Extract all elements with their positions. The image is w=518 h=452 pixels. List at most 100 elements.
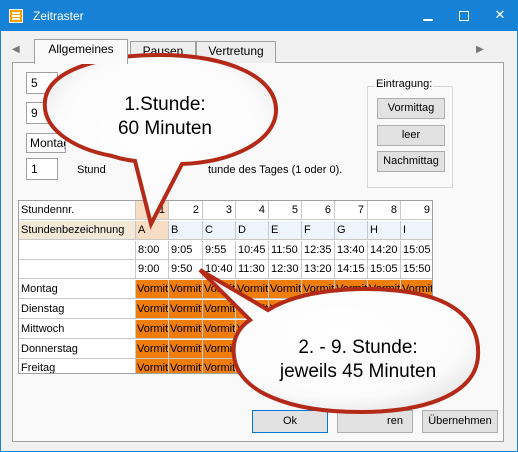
schedule-cell[interactable]: Vormittag xyxy=(169,319,203,339)
cancel-button[interactable]: ren xyxy=(337,410,413,433)
tab-allgemeines[interactable]: Allgemeines xyxy=(34,39,128,64)
schedule-cell[interactable]: Vormittag xyxy=(136,339,169,359)
period-name-cell[interactable]: E xyxy=(269,220,302,240)
period-end-cell[interactable]: 11:30 xyxy=(236,260,269,280)
field-3-label-right: tunde des Tages (1 oder 0). xyxy=(208,164,343,176)
tab-pausen[interactable]: Pausen xyxy=(130,41,196,63)
period-number-cell[interactable]: 5 xyxy=(269,201,302,220)
period-start-cell[interactable]: 9:55 xyxy=(203,240,236,260)
period-start-cell[interactable]: 10:45 xyxy=(236,240,269,260)
schedule-cell[interactable]: Vormittag xyxy=(302,280,335,300)
app-icon xyxy=(9,9,23,23)
schedule-cell[interactable]: Vormittag xyxy=(401,300,432,319)
period-name-cell[interactable]: G xyxy=(335,220,368,240)
period-name-cell[interactable]: H xyxy=(368,220,401,240)
schedule-cell[interactable]: Vormittag xyxy=(368,300,401,319)
period-number-cell[interactable]: 7 xyxy=(335,201,368,220)
period-end-cell[interactable]: 9:50 xyxy=(169,260,203,280)
schedule-cell[interactable]: Vormittag xyxy=(169,359,203,373)
period-end-cell[interactable]: 13:20 xyxy=(302,260,335,280)
schedule-cell[interactable]: Vormittag xyxy=(203,280,236,300)
nachmittag-button[interactable]: Nachmittag xyxy=(377,151,445,172)
day-label-freitag[interactable]: Freitag xyxy=(19,359,136,373)
period-start-cell[interactable]: 12:35 xyxy=(302,240,335,260)
callout-second-line2: jeweils 45 Minuten xyxy=(279,361,437,382)
period-start-cell[interactable]: 14:20 xyxy=(368,240,401,260)
period-number-cell[interactable]: 1 xyxy=(136,201,169,220)
schedule-cell[interactable]: Vormittag xyxy=(335,280,368,300)
schedule-cell[interactable]: Vormittag xyxy=(203,339,236,359)
tab-scroll-right-icon[interactable]: ▶ xyxy=(476,45,486,55)
schedule-cell[interactable]: Vormittag xyxy=(269,300,302,319)
day-label-dienstag[interactable]: Dienstag xyxy=(19,300,136,319)
period-name-cell[interactable]: A xyxy=(136,220,169,240)
period-name-cell[interactable]: F xyxy=(302,220,335,240)
tab-scroll-left-icon[interactable]: ◀ xyxy=(12,45,22,55)
period-number-cell[interactable]: 8 xyxy=(368,201,401,220)
cancel-button-label: ren xyxy=(387,415,403,427)
callout-first-line1: 1.Stunde: xyxy=(124,94,206,115)
period-end-cell[interactable]: 10:40 xyxy=(203,260,236,280)
day-label-mittwoch[interactable]: Mittwoch xyxy=(19,319,136,339)
day-label-montag[interactable]: Montag xyxy=(19,280,136,300)
period-number-cell[interactable]: 3 xyxy=(203,201,236,220)
callout-first-text: 1.Stunde: 60 Minuten xyxy=(100,93,230,141)
period-number-cell[interactable]: 6 xyxy=(302,201,335,220)
period-end-cell[interactable]: 15:50 xyxy=(401,260,432,280)
vormittag-button[interactable]: Vormittag xyxy=(377,98,445,119)
callout-first-line2: 60 Minuten xyxy=(117,118,212,139)
schedule-cell[interactable]: Vormittag xyxy=(203,319,236,339)
schedule-cell[interactable]: Vormittag xyxy=(335,300,368,319)
field-3[interactable]: 1 xyxy=(26,158,58,180)
period-end-cell[interactable]: 9:00 xyxy=(136,260,169,280)
period-name-cell[interactable]: B xyxy=(169,220,203,240)
period-number-cell[interactable]: 4 xyxy=(236,201,269,220)
period-start-cell[interactable]: 11:50 xyxy=(269,240,302,260)
ok-button[interactable]: Ok xyxy=(252,410,328,433)
schedule-cell[interactable]: Vormittag xyxy=(136,319,169,339)
tab-vertretung[interactable]: Vertretung xyxy=(196,41,276,63)
eintragung-label: Eintragung: xyxy=(375,78,434,90)
field-2[interactable]: 9 xyxy=(26,102,58,124)
schedule-cell[interactable]: Vormittag xyxy=(136,280,169,300)
period-start-cell[interactable]: 9:05 xyxy=(169,240,203,260)
schedule-cell[interactable]: Vormittag xyxy=(169,300,203,319)
title-bar[interactable]: Zeitraster ✕ xyxy=(1,1,517,31)
period-name-cell[interactable]: I xyxy=(401,220,432,240)
day-combo[interactable]: Montag xyxy=(26,133,66,153)
apply-button[interactable]: Übernehmen xyxy=(422,410,498,433)
field-1[interactable]: 5 xyxy=(26,72,58,94)
period-name-cell[interactable]: D xyxy=(236,220,269,240)
period-number-cell[interactable]: 9 xyxy=(401,201,432,220)
schedule-cell[interactable]: Vormittag xyxy=(269,280,302,300)
schedule-cell[interactable]: Vormittag xyxy=(302,300,335,319)
maximize-button[interactable] xyxy=(447,1,481,31)
period-number-cell[interactable]: 2 xyxy=(169,201,203,220)
schedule-cell[interactable]: Vormittag xyxy=(203,300,236,319)
row-label-starts[interactable] xyxy=(19,240,136,260)
schedule-cell[interactable]: Vormittag xyxy=(236,280,269,300)
schedule-cell[interactable]: Vormittag xyxy=(236,300,269,319)
schedule-cell[interactable]: Vormittag xyxy=(136,300,169,319)
period-name-cell[interactable]: C xyxy=(203,220,236,240)
period-end-cell[interactable]: 12:30 xyxy=(269,260,302,280)
period-start-cell[interactable]: 15:05 xyxy=(401,241,432,260)
schedule-cell[interactable]: Vormittag xyxy=(401,280,432,300)
close-button[interactable]: ✕ xyxy=(483,1,517,31)
period-start-cell[interactable]: 13:40 xyxy=(335,240,368,260)
period-end-cell[interactable]: 14:15 xyxy=(335,260,368,280)
row-label-hdr[interactable]: Stundennr. xyxy=(19,201,136,220)
leer-button[interactable]: leer xyxy=(377,125,445,146)
minimize-button[interactable] xyxy=(411,1,445,31)
schedule-cell[interactable]: Vormittag xyxy=(368,280,401,300)
period-start-cell[interactable]: 8:00 xyxy=(136,240,169,260)
schedule-cell[interactable]: Vormittag xyxy=(136,359,169,373)
period-end-cell[interactable]: 15:05 xyxy=(368,260,401,280)
row-label-names[interactable]: Stundenbezeichnung xyxy=(19,220,136,240)
schedule-cell[interactable]: Vormittag xyxy=(169,339,203,359)
schedule-cell[interactable]: Vormittag xyxy=(169,280,203,300)
schedule-cell[interactable]: Vormittag xyxy=(203,359,236,373)
day-label-donnerstag[interactable]: Donnerstag xyxy=(19,339,136,359)
row-label-ends[interactable] xyxy=(19,260,136,280)
maximize-icon xyxy=(459,11,469,21)
